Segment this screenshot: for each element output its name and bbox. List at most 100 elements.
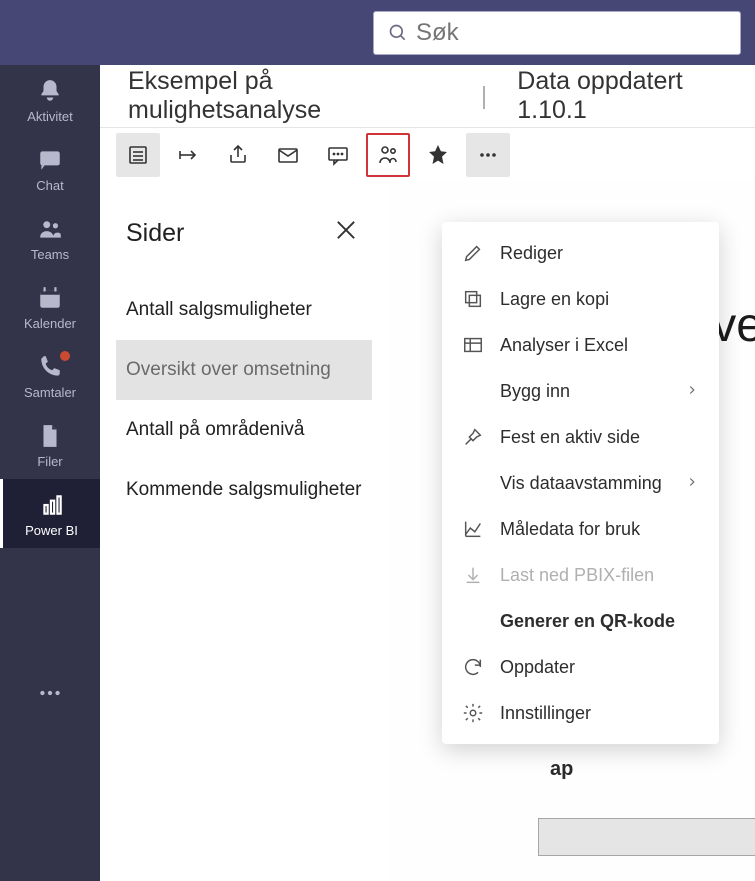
rail-label: Kalender <box>24 316 76 331</box>
email-button[interactable] <box>266 133 310 177</box>
page-item[interactable]: Antall salgsmuligheter <box>116 280 372 340</box>
notification-dot <box>60 351 70 361</box>
menu-item-lineage[interactable]: Vis dataavstamming <box>442 460 719 506</box>
more-options-button[interactable] <box>466 133 510 177</box>
pencil-icon <box>462 242 484 264</box>
rail-item-calls[interactable]: Samtaler <box>0 341 100 410</box>
menu-label: Bygg inn <box>500 381 669 402</box>
teams-chat-button[interactable] <box>366 133 410 177</box>
search-input[interactable] <box>416 19 726 47</box>
menu-label: Oppdater <box>500 657 699 678</box>
favorite-button[interactable] <box>416 133 460 177</box>
menu-item-edit[interactable]: Rediger <box>442 230 719 276</box>
pin-icon <box>462 426 484 448</box>
expand-button[interactable] <box>166 133 210 177</box>
bg-text-fragment: ap <box>550 758 573 781</box>
nav-arrows <box>12 17 30 48</box>
menu-label: Vis dataavstamming <box>500 473 669 494</box>
line-chart-icon <box>462 518 484 540</box>
page-item-label: Antall på områdenivå <box>126 419 305 441</box>
menu-label: Rediger <box>500 243 699 264</box>
menu-label: Måledata for bruk <box>500 519 699 540</box>
chevron-right-icon <box>685 473 699 494</box>
chevron-right-icon <box>685 381 699 402</box>
pages-title: Sider <box>126 219 184 248</box>
excel-icon <box>462 334 484 356</box>
page-item-label: Antall salgsmuligheter <box>126 299 312 321</box>
menu-item-pin[interactable]: Fest en aktiv side <box>442 414 719 460</box>
comment-icon <box>326 143 350 167</box>
more-horizontal-icon <box>37 680 63 706</box>
toggle-pages-button[interactable] <box>116 133 160 177</box>
menu-item-usage[interactable]: Måledata for bruk <box>442 506 719 552</box>
menu-item-refresh[interactable]: Oppdater <box>442 644 719 690</box>
visual-placeholder <box>538 818 755 856</box>
rail-item-files[interactable]: Filer <box>0 410 100 479</box>
page-item[interactable]: Oversikt over omsetning <box>116 340 372 400</box>
share-icon <box>226 143 250 167</box>
rail-item-chat[interactable]: Chat <box>0 134 100 203</box>
search-icon <box>388 23 408 43</box>
search-box[interactable] <box>373 11 741 55</box>
pages-header: Sider <box>116 182 372 280</box>
page-item-label: Oversikt over omsetning <box>126 359 331 381</box>
list-panel-icon <box>126 143 150 167</box>
empty-icon <box>462 472 484 494</box>
report-title: Eksempel på mulighetsanalyse <box>128 67 467 125</box>
rail-label: Aktivitet <box>27 109 73 124</box>
pages-panel: Sider Antall salgsmuligheter Oversikt ov… <box>116 182 372 520</box>
menu-label: Lagre en kopi <box>500 289 699 310</box>
menu-item-save-copy[interactable]: Lagre en kopi <box>442 276 719 322</box>
rail-more[interactable] <box>0 680 100 706</box>
close-icon <box>332 216 360 244</box>
rail-label: Samtaler <box>24 385 76 400</box>
menu-item-settings[interactable]: Innstillinger <box>442 690 719 736</box>
report-updated: Data oppdatert 1.10.1 <box>517 67 755 125</box>
rail-label: Chat <box>36 178 63 193</box>
gear-icon <box>462 702 484 724</box>
menu-item-analyze-excel[interactable]: Analyser i Excel <box>442 322 719 368</box>
menu-label: Analyser i Excel <box>500 335 699 356</box>
teams-icon <box>376 143 400 167</box>
copy-save-icon <box>462 288 484 310</box>
chart-icon <box>39 492 65 518</box>
rail-item-calendar[interactable]: Kalender <box>0 272 100 341</box>
bell-icon <box>37 78 63 104</box>
rail-label: Filer <box>37 454 62 469</box>
rail-label: Teams <box>31 247 69 262</box>
expand-icon <box>176 143 200 167</box>
rail-item-activity[interactable]: Aktivitet <box>0 65 100 134</box>
empty-icon <box>462 610 484 632</box>
mail-icon <box>276 143 300 167</box>
more-horizontal-icon <box>476 143 500 167</box>
file-icon <box>37 423 63 449</box>
menu-label: Generer en QR-kode <box>500 611 699 632</box>
rail-item-teams[interactable]: Teams <box>0 203 100 272</box>
share-button[interactable] <box>216 133 260 177</box>
rail-label: Power BI <box>25 523 78 538</box>
refresh-icon <box>462 656 484 678</box>
rail-item-powerbi[interactable]: Power BI <box>0 479 100 548</box>
app-rail: Aktivitet Chat Teams Kalender Samtaler F… <box>0 65 100 881</box>
page-item[interactable]: Antall på områdenivå <box>116 400 372 460</box>
menu-item-qr[interactable]: Generer en QR-kode <box>442 598 719 644</box>
star-icon <box>426 143 450 167</box>
page-item[interactable]: Kommende salgsmuligheter <box>116 460 372 520</box>
people-icon <box>37 216 63 242</box>
empty-icon <box>462 380 484 402</box>
comment-button[interactable] <box>316 133 360 177</box>
phone-icon <box>37 354 63 380</box>
menu-label: Innstillinger <box>500 703 699 724</box>
toolbar <box>100 127 755 182</box>
chat-icon <box>37 147 63 173</box>
calendar-icon <box>37 285 63 311</box>
download-icon <box>462 564 484 586</box>
titlebar <box>0 0 755 65</box>
menu-item-embed[interactable]: Bygg inn <box>442 368 719 414</box>
menu-item-download-pbix: Last ned PBIX-filen <box>442 552 719 598</box>
report-header: Eksempel på mulighetsanalyse | Data oppd… <box>100 65 755 127</box>
close-pages-button[interactable] <box>332 216 360 250</box>
menu-label: Fest en aktiv side <box>500 427 699 448</box>
header-divider: | <box>481 82 488 111</box>
menu-label: Last ned PBIX-filen <box>500 565 699 586</box>
